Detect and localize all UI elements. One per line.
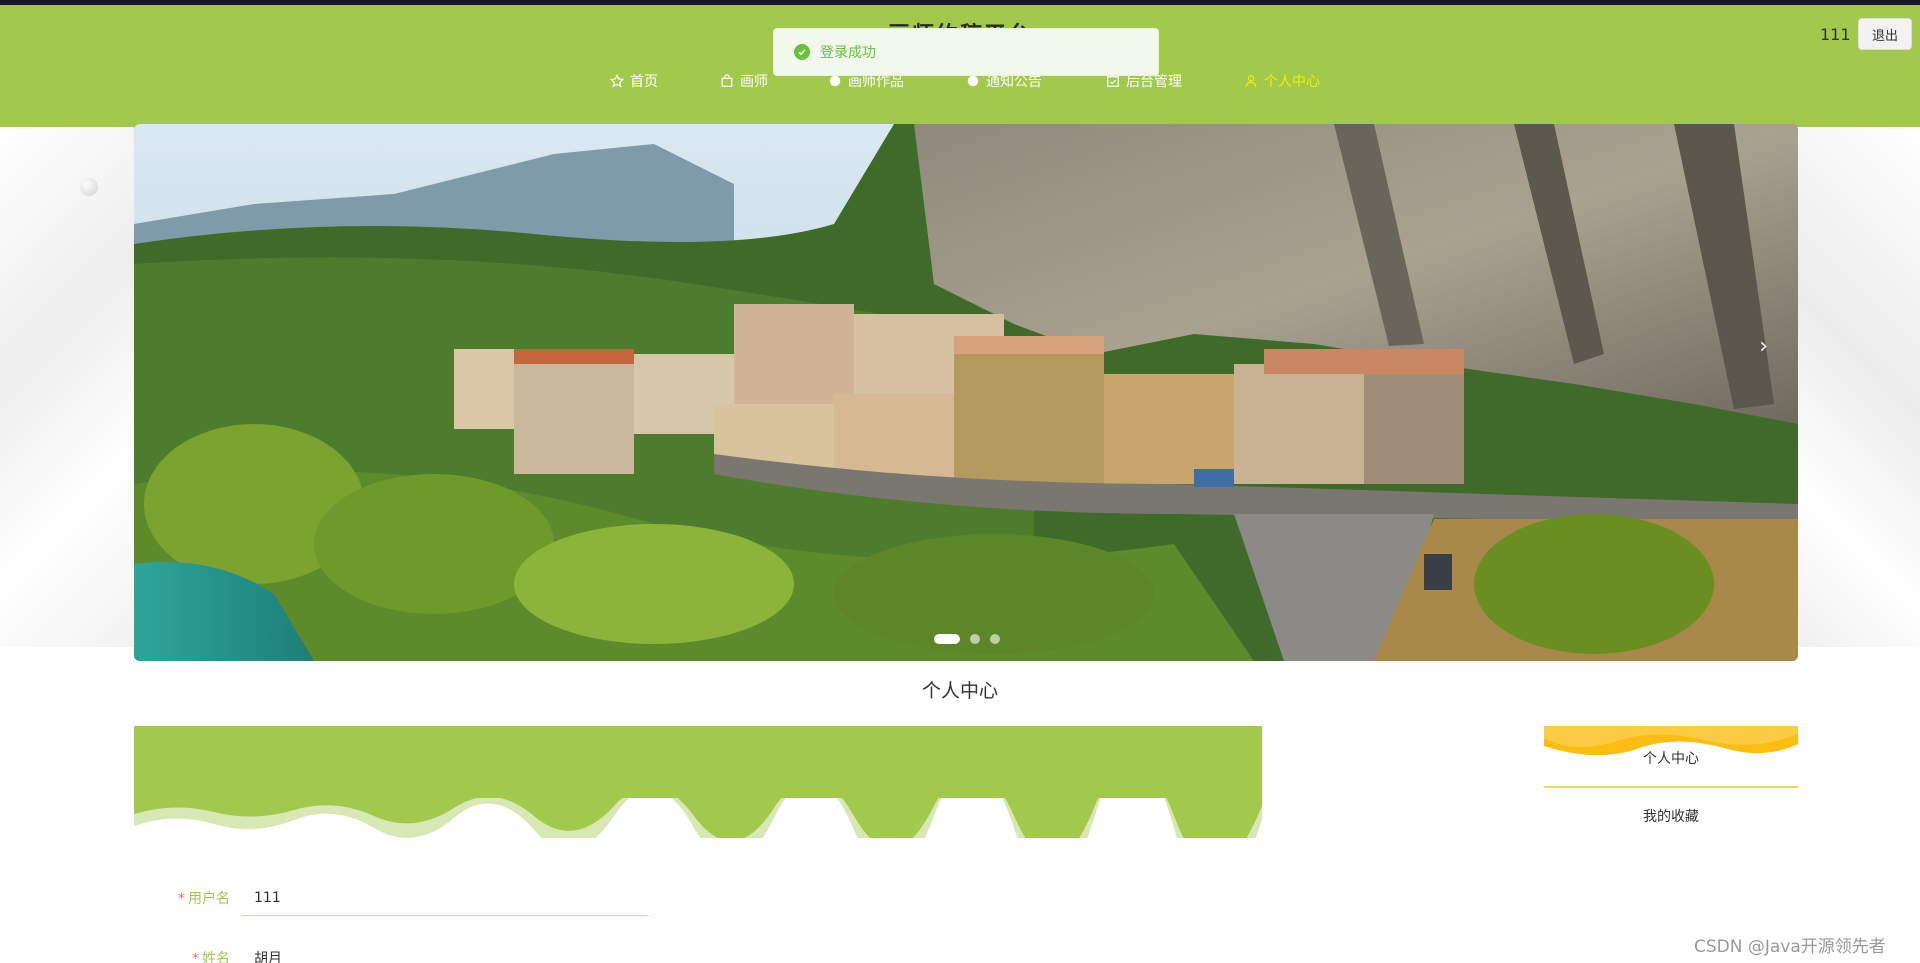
section-title: 个人中心 (921, 680, 998, 702)
logout-button[interactable]: 退出 (1858, 18, 1912, 50)
form-row-name: * 姓名 胡月 (150, 940, 648, 963)
current-user-name: 111 (1820, 25, 1851, 44)
username-label: * 用户名 (178, 891, 230, 907)
watermark: CSDN @Java开源领先者 (1694, 937, 1886, 957)
carousel-dot[interactable] (934, 634, 960, 644)
nav-item-home[interactable]: 首页 (610, 71, 658, 91)
calendar-icon (1107, 75, 1119, 87)
nav-item-label: 画师 (740, 74, 768, 90)
profile-banner (134, 726, 1262, 838)
nav-item-label: 首页 (630, 74, 658, 90)
name-field[interactable]: 胡月 (242, 940, 648, 963)
dot-icon (967, 75, 979, 87)
nav-item-profile[interactable]: 个人中心 (1244, 71, 1320, 91)
bag-icon (721, 74, 733, 87)
user-icon (1245, 75, 1257, 87)
nav-item-label: 个人中心 (1264, 74, 1320, 90)
nav-item-artists[interactable]: 画师 (720, 71, 768, 91)
check-circle-icon (794, 44, 810, 60)
carousel-indicators (934, 634, 1000, 644)
carousel-dot[interactable] (970, 634, 980, 644)
sidebar-item-favorites[interactable]: 我的收藏 (1544, 788, 1798, 844)
carousel-dot[interactable] (990, 634, 1000, 644)
sidebar-item-label: 个人中心 (1643, 751, 1699, 767)
carousel-next-arrow[interactable]: › (1759, 334, 1768, 359)
decorative-ball (80, 178, 98, 196)
background-decoration-left (0, 127, 134, 647)
banner-wave (134, 798, 1262, 838)
form-row-username: * 用户名 111 (150, 880, 648, 916)
required-marker: * (178, 891, 185, 907)
login-success-toast: 登录成功 (773, 28, 1159, 76)
banner-carousel[interactable]: › (134, 124, 1798, 661)
star-icon (610, 74, 624, 88)
background-decoration-right (1798, 127, 1920, 647)
carousel-slide-image (134, 124, 1798, 661)
profile-sidebar-menu: 个人中心 我的收藏 (1544, 726, 1798, 844)
toast-message: 登录成功 (820, 45, 876, 61)
username-field[interactable]: 111 (242, 880, 648, 916)
required-marker: * (192, 951, 199, 963)
sidebar-item-profile[interactable]: 个人中心 (1544, 726, 1798, 788)
name-label: * 姓名 (150, 948, 242, 963)
dot-icon (829, 75, 841, 87)
sidebar-item-label: 我的收藏 (1643, 809, 1699, 825)
